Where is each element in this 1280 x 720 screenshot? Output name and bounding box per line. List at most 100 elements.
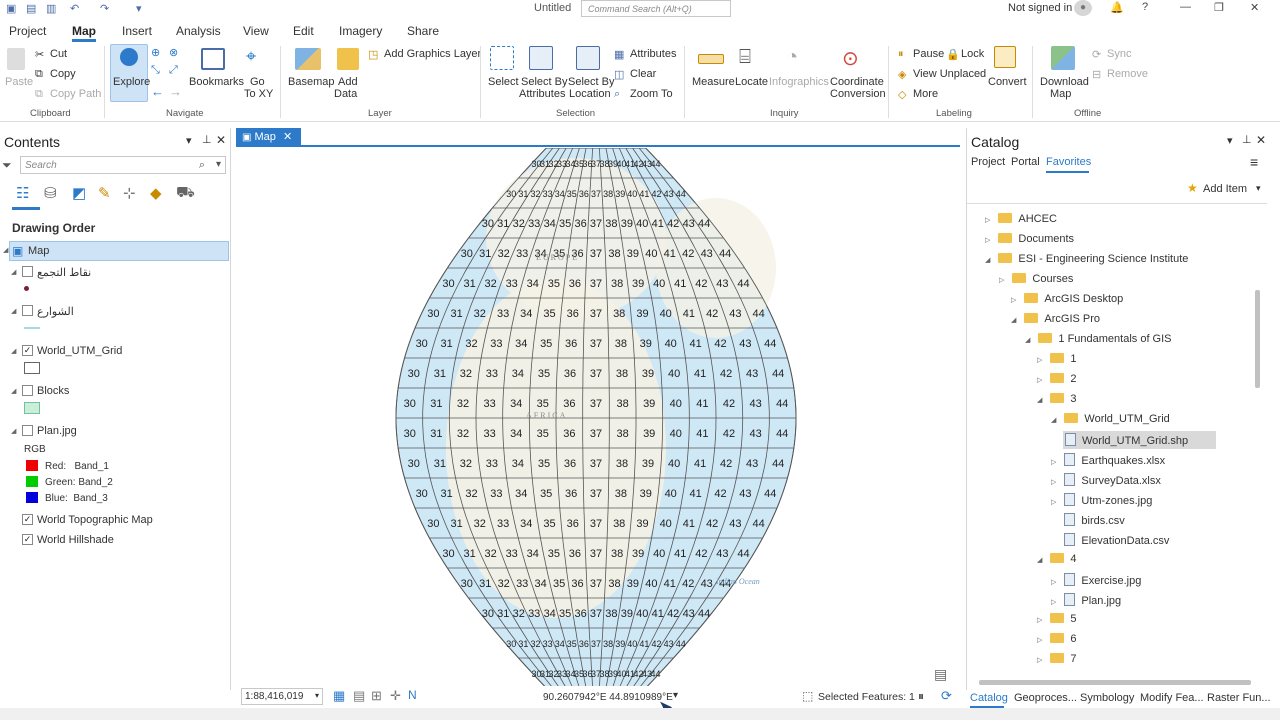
pane-options-icon[interactable]: ▾ [1227,134,1233,147]
sync-button[interactable]: Sync [1107,48,1131,60]
catalog-folder-item[interactable]: ◢ ESI - Engineering Science Institute [985,253,1188,265]
catalog-folder-item[interactable]: ▷ 1 [1037,353,1077,365]
list-by-labeling-icon[interactable]: ◆ [150,184,162,202]
pane-options-icon[interactable]: ▾ [186,134,192,147]
layer-checkbox[interactable]: ✓ [22,534,33,545]
catalog-folder-item[interactable]: ▷ Documents [985,233,1074,245]
selected-features[interactable]: Selected Features: 1 [818,691,915,703]
expand-icon[interactable]: ▷ [1051,599,1056,606]
zoom-in-icon[interactable]: ⤡ [151,64,160,77]
grid-view-icon[interactable]: ▦ [333,688,345,704]
tab-map[interactable]: Map [72,24,96,42]
select-by-attributes-line1[interactable]: Select By [521,76,567,88]
expand-icon[interactable]: ◢ [3,246,8,254]
command-search-input[interactable]: Command Search (Alt+Q) [581,0,731,17]
expand-icon[interactable]: ▷ [1037,617,1042,624]
more-button[interactable]: More [913,88,938,100]
bookmarks-button[interactable]: Bookmarks [189,76,244,88]
fixed-zoom-icon[interactable]: ⊗ [169,46,178,59]
catalog-tab-portal[interactable]: Portal [1011,156,1040,168]
minimize-icon[interactable]: — [1180,1,1191,13]
tab-edit[interactable]: Edit [293,24,314,38]
expand-icon[interactable]: ▷ [1051,479,1056,486]
dock-tab-geoprocessing[interactable]: Geoproces... [1014,692,1077,704]
catalog-folder-item[interactable]: ◢ 1 Fundamentals of GIS [1025,333,1172,345]
catalog-file-item[interactable]: World_UTM_Grid.shp [1063,431,1217,449]
notifications-icon[interactable]: 🔔 [1110,1,1124,14]
refresh-icon[interactable]: ⟳ [941,688,952,704]
coordinates-dropdown-icon[interactable]: ▾ [673,690,678,701]
add-graphics-layer-button[interactable]: Add Graphics Layer [384,48,481,60]
catalog-folder-item[interactable]: ▷ 6 [1037,633,1077,645]
catalog-file-item[interactable]: ▷ Earthquakes.xlsx [1051,453,1165,467]
lock-button[interactable]: Lock [961,48,984,60]
convert-button[interactable]: Convert [988,76,1027,88]
map-view-tab[interactable]: ▣ Map ✕ [236,128,301,145]
layout-icon[interactable]: ⊞ [371,688,382,704]
map-view[interactable]: 30 31 32 33 34 35 36 37 38 39 40 41 42 43 44 30 31 32 33 34… [236,128,960,710]
catalog-tab-favorites[interactable]: Favorites [1046,156,1091,168]
attributes-button[interactable]: Attributes [630,48,676,60]
expand-icon[interactable]: ◢ [1025,337,1030,344]
undo-icon[interactable]: ↶ [70,2,79,15]
expand-icon[interactable]: ◢ [1037,397,1042,404]
pause-button[interactable]: Pause [913,48,944,60]
list-by-drawing-order-icon[interactable]: ☷ [16,184,29,202]
dock-tab-catalog[interactable]: Catalog [970,692,1008,704]
open-project-icon[interactable]: ▤ [26,2,36,15]
horizontal-scrollbar[interactable] [979,680,1251,685]
filter-icon[interactable]: ⏷ [2,158,12,173]
coordinate-conversion-line2[interactable]: Conversion [830,88,886,100]
pin-icon[interactable]: ⊥ [1242,133,1252,146]
download-map-line1[interactable]: Download [1040,76,1089,88]
close-pane-icon[interactable]: ✕ [1256,133,1266,147]
expand-icon[interactable]: ▷ [1037,657,1042,664]
tab-view[interactable]: View [243,24,269,38]
forward-icon[interactable]: → [169,84,182,99]
goto-xy-button-line1[interactable]: Go [250,76,265,88]
expand-icon[interactable]: ◢ [11,387,16,395]
select-by-location-line2[interactable]: Location [569,88,611,100]
catalog-file-item[interactable]: ▷ Utm-zones.jpg [1051,493,1152,507]
dock-tab-symbology[interactable]: Symbology [1080,692,1134,704]
save-icon[interactable]: ▥ [46,2,56,15]
select-button[interactable]: Select [488,76,519,88]
pause-drawing-icon[interactable]: ⏸ [918,689,924,704]
download-map-line2[interactable]: Map [1050,88,1071,100]
clear-button[interactable]: Clear [630,68,656,80]
expand-icon[interactable]: ▷ [985,217,990,224]
north-arrow-icon[interactable]: N [408,688,417,702]
locate-button[interactable]: Locate [735,76,768,88]
user-avatar-icon[interactable]: ● [1074,0,1092,16]
zoom-out-icon[interactable]: ⤢ [169,64,178,77]
list-by-perspective-icon[interactable]: ⛟ [176,184,195,203]
list-by-source-icon[interactable]: ⛁ [44,184,57,202]
layer-checkbox[interactable] [22,266,33,277]
expand-icon[interactable]: ◢ [1037,557,1042,564]
catalog-folder-item[interactable]: ▷ ArcGIS Desktop [1011,293,1123,305]
copy-button[interactable]: Copy [50,68,76,80]
expand-icon[interactable]: ▷ [1037,637,1042,644]
sign-in-status[interactable]: Not signed in [1008,2,1072,14]
expand-icon[interactable]: ◢ [11,307,16,315]
tab-project[interactable]: Project [9,24,46,38]
tab-insert[interactable]: Insert [122,24,152,38]
expand-icon[interactable]: ◢ [1011,317,1016,324]
expand-icon[interactable]: ▷ [1037,357,1042,364]
vertical-scrollbar[interactable] [1255,290,1260,388]
catalog-tab-project[interactable]: Project [971,156,1005,168]
expand-icon[interactable]: ▷ [1037,377,1042,384]
full-extent-icon[interactable]: ⊕ [151,46,160,59]
chevron-down-icon[interactable]: ▾ [1256,183,1261,194]
utm-grid-map[interactable]: 30313233343536373839404142434430 31 32 33 34… [236,148,960,706]
contents-search-input[interactable]: Search ⌕ ▾ [20,156,226,174]
tab-imagery[interactable]: Imagery [339,24,382,38]
catalog-folder-item[interactable]: ▷ 2 [1037,373,1077,385]
layer-checkbox[interactable] [22,425,33,436]
expand-icon[interactable]: ◢ [1051,417,1056,424]
catalog-file-item[interactable]: ▷ SurveyData.xlsx [1051,473,1161,487]
catalog-file-item[interactable]: ▷birds.csv [1051,513,1125,527]
tab-analysis[interactable]: Analysis [176,24,221,38]
layer-checkbox[interactable]: ✓ [22,345,33,356]
scale-selector[interactable]: 1:88,416,019 ▾ [241,688,323,705]
